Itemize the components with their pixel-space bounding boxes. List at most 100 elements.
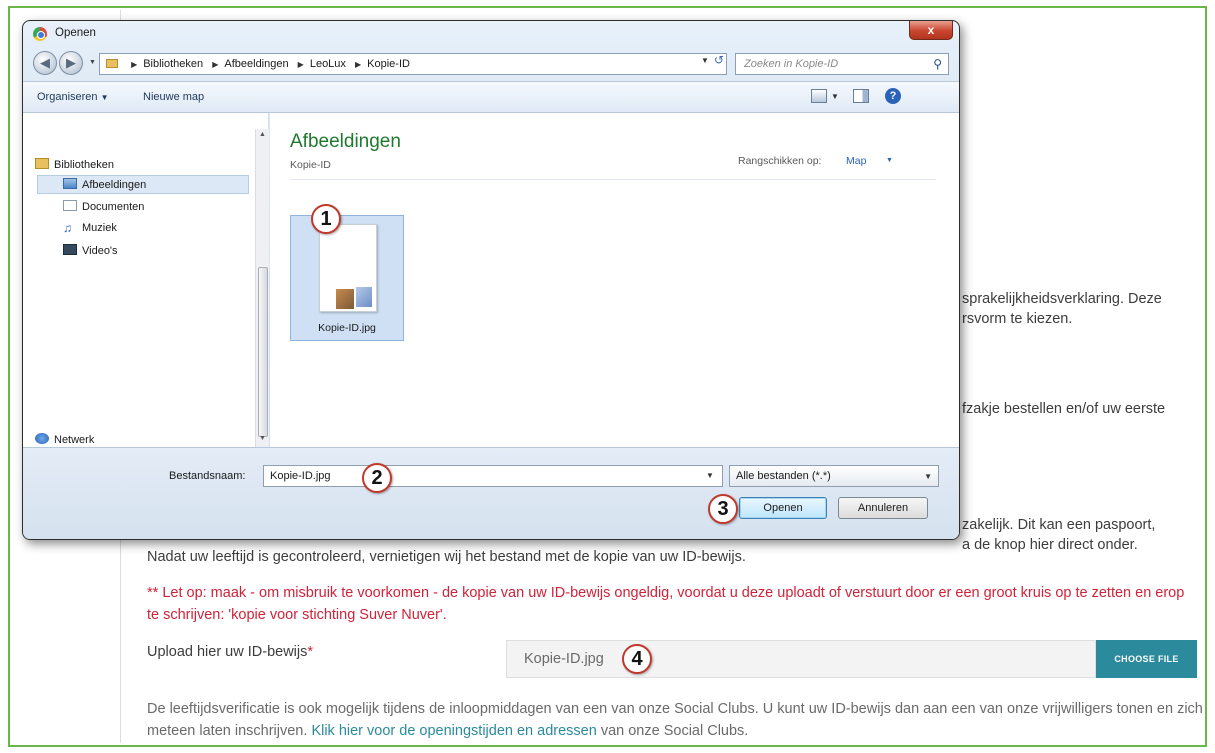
- refresh-icon[interactable]: ↺: [709, 51, 729, 69]
- pictures-icon: [63, 178, 77, 189]
- scroll-up-icon[interactable]: ▲: [259, 131, 266, 138]
- nav-item-documents[interactable]: Documenten: [63, 200, 144, 213]
- dialog-bottom-area: Bestandsnaam: Kopie-ID.jpg ▼ Alle bestan…: [23, 447, 959, 539]
- filename-value: Kopie-ID.jpg: [270, 470, 331, 482]
- organize-menu[interactable]: Organiseren ▼: [37, 91, 109, 103]
- breadcrumb-item[interactable]: Bibliotheken: [143, 58, 203, 70]
- content-pane: Afbeeldingen Kopie-ID Rangschikken op: M…: [270, 113, 959, 447]
- callout-4: 4: [622, 644, 652, 674]
- info-text: De leeftijdsverificatie is ook mogelijk …: [147, 698, 1207, 742]
- breadcrumb-separator-icon: ▶: [212, 60, 219, 69]
- libraries-icon: [35, 158, 49, 169]
- arrange-by-dropdown[interactable]: Map: [846, 155, 866, 167]
- breadcrumb-item[interactable]: LeoLux: [310, 58, 346, 70]
- nav-item-label: Video's: [82, 245, 118, 257]
- filename-history-chevron-icon[interactable]: ▼: [706, 471, 714, 480]
- back-button[interactable]: ◀: [33, 51, 57, 75]
- filename-input[interactable]: Kopie-ID.jpg: [263, 465, 723, 487]
- network-icon: [35, 433, 49, 444]
- recent-locations-chevron-icon[interactable]: ▼: [89, 59, 96, 66]
- search-input[interactable]: Zoeken in Kopie-ID ⚲: [735, 53, 949, 75]
- content-title: Afbeeldingen: [290, 131, 401, 152]
- search-icon[interactable]: ⚲: [933, 57, 942, 71]
- music-icon: ♫: [63, 221, 72, 235]
- arrange-by-label: Rangschikken op:: [738, 155, 822, 167]
- navigation-pane: Bibliotheken Afbeeldingen Documenten ♫ Mu…: [23, 113, 269, 447]
- filename-label: Bestandsnaam:: [169, 470, 246, 482]
- nav-item-label: Documenten: [82, 201, 145, 213]
- breadcrumb-separator-icon: ▶: [354, 60, 362, 69]
- callout-1: 1: [311, 204, 341, 234]
- arrange-chevron-icon[interactable]: ▼: [886, 157, 893, 164]
- verify-text: Nadat uw leeftijd is gecontroleerd, vern…: [147, 549, 746, 565]
- file-name-field[interactable]: Kopie-ID.jpg: [506, 640, 1096, 678]
- bg-text-line: fzakje bestellen en/of uw eerste: [962, 401, 1166, 417]
- choose-file-button[interactable]: CHOOSE FILE: [1096, 640, 1197, 678]
- organize-label: Organiseren: [37, 91, 98, 103]
- search-placeholder: Zoeken in Kopie-ID: [744, 58, 839, 70]
- nav-item-network[interactable]: Netwerk: [35, 433, 94, 446]
- callout-3: 3: [708, 494, 738, 524]
- file-item-name: Kopie-ID.jpg: [318, 322, 376, 334]
- thumbnail-photo-a: [336, 289, 354, 309]
- nav-item-label: Bibliotheken: [54, 159, 114, 171]
- bg-text-line: rsvorm te kiezen.: [962, 311, 1073, 327]
- back-arrow-icon: ◀: [40, 55, 50, 70]
- breadcrumb-item[interactable]: Afbeeldingen: [224, 58, 288, 70]
- nav-scroll-thumb[interactable]: [258, 267, 268, 437]
- chevron-down-icon: ▼: [100, 93, 109, 102]
- videos-icon: [63, 244, 77, 255]
- chrome-icon: [33, 27, 47, 41]
- open-button[interactable]: Openen: [739, 497, 827, 519]
- nav-scrollbar[interactable]: ▲ ▼: [255, 129, 269, 447]
- view-options-icon[interactable]: [811, 89, 827, 103]
- opening-hours-link[interactable]: Klik hier voor de openingstijden en adre…: [311, 723, 596, 739]
- address-bar[interactable]: ▶ Bibliotheken ▶ Afbeeldingen ▶ LeoLux ▶ Kop…: [99, 53, 727, 75]
- file-type-select[interactable]: Alle bestanden (*.*) ▼: [729, 465, 939, 487]
- image-thumbnail-icon: [319, 224, 377, 312]
- bg-text-line: sprakelijkheidsverklaring. Deze: [962, 291, 1162, 307]
- dialog-title: Openen: [55, 27, 96, 39]
- breadcrumb-separator-icon: ▶: [131, 60, 138, 69]
- file-item[interactable]: Kopie-ID.jpg: [290, 215, 404, 341]
- scroll-down-icon[interactable]: ▼: [259, 435, 266, 442]
- nav-item-label: Afbeeldingen: [82, 179, 147, 191]
- dialog-toolbar: Organiseren ▼ Nieuwe map ▼ ?: [23, 81, 959, 113]
- thumbnail-photo-b: [356, 287, 372, 307]
- preview-pane-icon[interactable]: [853, 89, 869, 103]
- nav-item-music[interactable]: ♫ Muziek: [63, 222, 117, 234]
- warning-text: ** Let op: maak - om misbruik te voorkom…: [147, 585, 1185, 623]
- nav-item-videos[interactable]: Video's: [63, 244, 118, 257]
- required-marker: *: [307, 644, 314, 660]
- breadcrumb-item[interactable]: Kopie-ID: [367, 58, 410, 70]
- forward-button[interactable]: ▶: [59, 51, 83, 75]
- open-file-dialog: Openen x ◀ ▶ ▼ ▶ Bibliotheken ▶ Afbeelding…: [22, 20, 960, 540]
- nav-item-pictures[interactable]: Afbeeldingen: [63, 178, 146, 191]
- nav-item-label: Muziek: [82, 222, 117, 234]
- cancel-button[interactable]: Annuleren: [838, 497, 928, 519]
- documents-icon: [63, 200, 77, 211]
- new-folder-button[interactable]: Nieuwe map: [143, 91, 204, 103]
- bg-text-line: zakelijk. Dit kan een paspoort,: [962, 517, 1156, 533]
- upload-label-text: Upload hier uw ID-bewijs: [147, 644, 308, 660]
- address-row: ◀ ▶ ▼ ▶ Bibliotheken ▶ Afbeeldingen ▶ LeoLu…: [23, 47, 959, 81]
- callout-2: 2: [362, 463, 392, 493]
- nav-item-libraries[interactable]: Bibliotheken: [35, 158, 114, 171]
- nav-item-label: Netwerk: [54, 434, 95, 446]
- upload-label: Upload hier uw ID-bewijs*: [147, 644, 313, 660]
- close-button[interactable]: x: [909, 21, 953, 40]
- bg-text-line: a de knop hier direct onder.: [962, 537, 1138, 553]
- content-divider: [290, 179, 936, 180]
- view-chevron-icon[interactable]: ▼: [831, 92, 839, 101]
- breadcrumb-separator-icon: ▶: [297, 60, 304, 69]
- file-type-value: Alle bestanden (*.*): [736, 470, 831, 482]
- chevron-down-icon: ▼: [924, 472, 932, 481]
- file-name-value: Kopie-ID.jpg: [524, 651, 604, 667]
- content-subtitle: Kopie-ID: [290, 159, 331, 171]
- address-dropdown-icon[interactable]: ▼: [701, 56, 709, 65]
- folder-icon: [106, 59, 118, 68]
- dialog-titlebar[interactable]: Openen x: [23, 21, 959, 47]
- info-text-tail: van onze Social Clubs.: [600, 723, 749, 739]
- forward-arrow-icon: ▶: [66, 55, 76, 70]
- help-icon[interactable]: ?: [885, 88, 901, 104]
